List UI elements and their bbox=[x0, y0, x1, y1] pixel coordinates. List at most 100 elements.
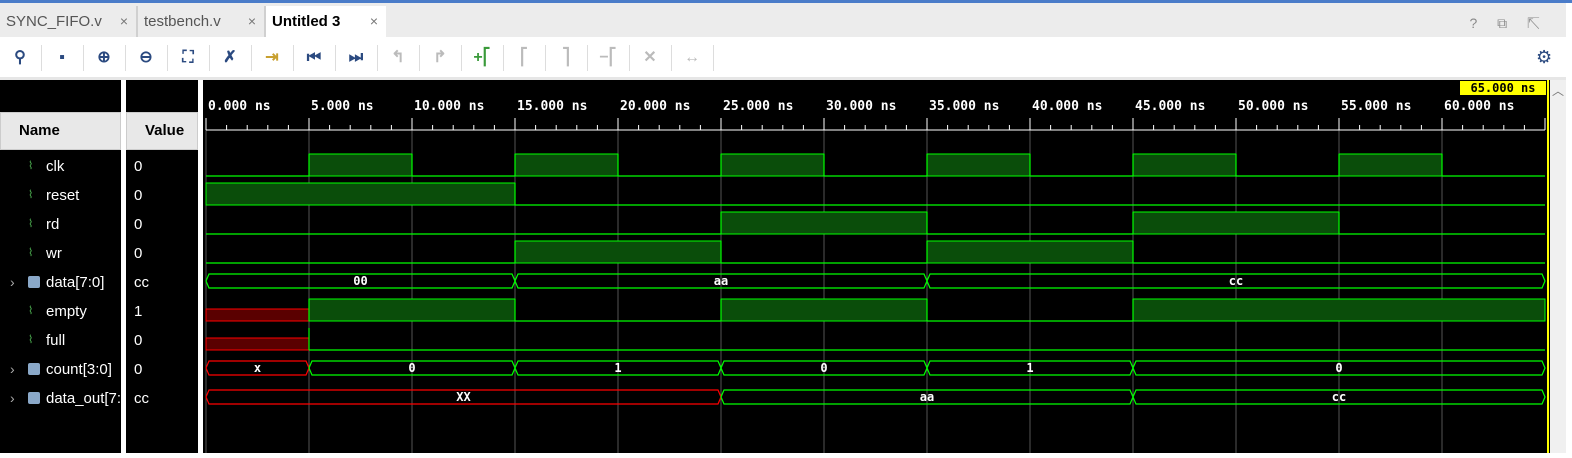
tab-untitled-3[interactable]: Untitled 3 × bbox=[266, 6, 386, 37]
signal-icon: ⌇ bbox=[28, 189, 34, 201]
toolbar-separator bbox=[671, 45, 672, 71]
time-tick-label: 50.000 ns bbox=[1238, 99, 1308, 114]
previous-transition-icon[interactable]: ↰ bbox=[387, 47, 409, 69]
save-icon[interactable]: ▪ bbox=[51, 47, 73, 69]
scroll-up-icon[interactable]: ︿ bbox=[1552, 82, 1564, 99]
waveform-area[interactable]: 0.000 ns 5.000 ns 10.000 ns 15.000 ns 20.000… bbox=[203, 80, 1550, 453]
signal-high-segment bbox=[720, 211, 928, 235]
bus-value-label: 1 bbox=[1026, 361, 1033, 375]
expand-chevron-icon[interactable]: › bbox=[10, 355, 15, 384]
signal-icon: ⌇ bbox=[28, 305, 34, 317]
signal-high-segment bbox=[308, 298, 516, 322]
toolbar-separator bbox=[209, 45, 210, 71]
window-controls[interactable]: ? ⧉ ⇱ bbox=[1469, 15, 1548, 32]
time-tick-label: 40.000 ns bbox=[1032, 99, 1102, 114]
signal-row-data_out-7-0[interactable]: › data_out[7:0] bbox=[0, 384, 134, 413]
signal-name: reset bbox=[46, 187, 80, 204]
signal-value: 0 bbox=[134, 245, 143, 262]
bus-value-label: 0 bbox=[408, 361, 415, 375]
name-column-header[interactable]: Name bbox=[0, 112, 121, 150]
close-icon[interactable]: × bbox=[370, 6, 378, 37]
signal-value: 0 bbox=[134, 361, 143, 378]
signal-name: rd bbox=[46, 216, 60, 233]
bus-value-label: XX bbox=[456, 390, 471, 404]
signal-value: 0 bbox=[134, 187, 143, 204]
time-tick-label: 25.000 ns bbox=[723, 99, 793, 114]
toolbar-separator bbox=[377, 45, 378, 71]
swap-markers-icon[interactable]: ↔ bbox=[681, 47, 703, 69]
signal-name: wr bbox=[46, 245, 62, 262]
signal-icon: ⌇ bbox=[28, 160, 34, 172]
signal-high-segment bbox=[926, 153, 1031, 177]
time-tick-label: 55.000 ns bbox=[1341, 99, 1411, 114]
previous-marker-icon[interactable]: ⎡ bbox=[513, 47, 535, 69]
signal-value: cc bbox=[134, 274, 149, 291]
signal-high-segment bbox=[926, 240, 1134, 264]
name-panel: Name ⌇ clk ⌇ reset ⌇ rd ⌇ wr › data[7:0] ⌇ empty ⌇ fu… bbox=[0, 80, 134, 453]
signal-row-clk[interactable]: ⌇ clk bbox=[0, 152, 121, 181]
go-to-end-icon[interactable]: ⏭ bbox=[345, 47, 367, 69]
go-to-start-icon[interactable]: ⏮ bbox=[303, 47, 325, 69]
signal-value: 0 bbox=[134, 158, 143, 175]
signal-row-empty[interactable]: ⌇ empty bbox=[0, 297, 121, 326]
time-tick-label: 15.000 ns bbox=[517, 99, 587, 114]
signal-high-segment bbox=[720, 153, 825, 177]
signal-value: cc bbox=[134, 390, 149, 407]
gear-icon[interactable]: ⚙ bbox=[1536, 47, 1552, 68]
tab-sync-fifo[interactable]: SYNC_FIFO.v × bbox=[0, 6, 138, 37]
zoom-fit-icon[interactable]: ⛶ bbox=[177, 47, 199, 69]
search-icon[interactable]: ⚲ bbox=[9, 47, 31, 69]
signal-high-segment bbox=[514, 240, 722, 264]
signal-row-full[interactable]: ⌇ full bbox=[0, 326, 121, 355]
zoom-in-icon[interactable]: ⊕ bbox=[93, 47, 115, 69]
signal-row-count-3-0[interactable]: › count[3:0] bbox=[0, 355, 121, 384]
time-tick-label: 20.000 ns bbox=[620, 99, 690, 114]
signal-high-segment bbox=[1132, 211, 1340, 235]
bus-value-label: 0 bbox=[1335, 361, 1342, 375]
delete-all-markers-icon[interactable]: ✕ bbox=[639, 47, 661, 69]
signal-high-segment bbox=[205, 182, 516, 206]
tab-bar: SYNC_FIFO.v × testbench.v × Untitled 3 × ? … bbox=[0, 3, 1566, 37]
expand-chevron-icon[interactable]: › bbox=[10, 268, 15, 297]
signal-icon: ⌇ bbox=[28, 334, 34, 346]
bus-value-label: cc bbox=[1332, 390, 1346, 404]
bus-value-label: aa bbox=[714, 274, 728, 288]
value-column-header[interactable]: Value bbox=[126, 112, 198, 150]
time-tick-label: 35.000 ns bbox=[929, 99, 999, 114]
goto-cursor-icon[interactable]: ⇥ bbox=[261, 47, 283, 69]
expand-chevron-icon[interactable]: › bbox=[10, 384, 15, 413]
next-marker-icon[interactable]: ⎤ bbox=[555, 47, 577, 69]
signal-row-data-7-0[interactable]: › data[7:0] bbox=[0, 268, 121, 297]
close-icon[interactable]: × bbox=[248, 6, 256, 37]
cursor-snap-icon[interactable]: ✗ bbox=[219, 47, 241, 69]
waveform-canvas[interactable]: 0.000 ns 5.000 ns 10.000 ns 15.000 ns 20.000… bbox=[203, 80, 1550, 453]
vertical-scrollbar[interactable]: ︿ bbox=[1550, 80, 1566, 453]
toolbar-separator bbox=[461, 45, 462, 71]
signal-row-rd[interactable]: ⌇ rd bbox=[0, 210, 121, 239]
signal-row-reset[interactable]: ⌇ reset bbox=[0, 181, 121, 210]
close-icon[interactable]: × bbox=[120, 6, 128, 37]
signal-icon: ⌇ bbox=[28, 218, 34, 230]
tab-testbench[interactable]: testbench.v × bbox=[138, 6, 266, 37]
time-tick-label: 5.000 ns bbox=[311, 99, 374, 114]
toolbar-separator bbox=[125, 45, 126, 71]
tab-label: testbench.v bbox=[144, 13, 221, 30]
next-transition-icon[interactable]: ↱ bbox=[429, 47, 451, 69]
signal-icon: ⌇ bbox=[28, 247, 34, 259]
toolbar-separator bbox=[503, 45, 504, 71]
tab-label: Untitled 3 bbox=[272, 13, 341, 30]
cursor-time-label: 65.000 ns bbox=[1460, 81, 1546, 95]
signal-name: full bbox=[46, 332, 66, 349]
signal-row-wr[interactable]: ⌇ wr bbox=[0, 239, 121, 268]
bus-signal-icon bbox=[28, 363, 40, 375]
signal-name: data[7:0] bbox=[46, 274, 105, 291]
time-tick-label: 10.000 ns bbox=[414, 99, 484, 114]
zoom-out-icon[interactable]: ⊖ bbox=[135, 47, 157, 69]
toolbar-separator bbox=[167, 45, 168, 71]
bus-value-label: 1 bbox=[614, 361, 621, 375]
signal-name: empty bbox=[46, 303, 87, 320]
toolbar-separator bbox=[713, 45, 714, 71]
delete-marker-icon[interactable]: −⎡ bbox=[597, 47, 619, 69]
add-marker-icon[interactable]: +⎡ bbox=[471, 47, 493, 69]
tab-label: SYNC_FIFO.v bbox=[6, 13, 102, 30]
